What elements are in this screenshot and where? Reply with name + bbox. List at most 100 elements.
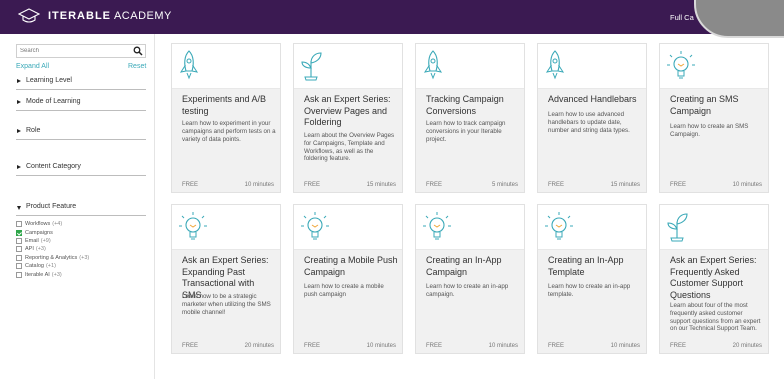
filter-learning-level[interactable]: Learning Level [16, 76, 146, 90]
card-title[interactable]: Advanced Handlebars [548, 94, 642, 106]
card-thumbnail [416, 44, 524, 89]
card-thumbnail [294, 205, 402, 250]
option-api[interactable]: API (+3) [16, 245, 89, 253]
card-thumbnail [172, 205, 280, 250]
checkbox[interactable] [16, 221, 22, 228]
caret-right-icon [17, 79, 21, 83]
card-price: FREE [182, 182, 199, 188]
checkbox[interactable] [16, 254, 22, 261]
card-thumbnail [538, 205, 646, 250]
card-duration: 20 minutes [732, 343, 762, 349]
course-card[interactable]: Creating an In-App Campaign Learn how to… [415, 204, 525, 354]
filter-role[interactable]: Role [16, 126, 146, 140]
full-catalog-link[interactable]: Full Ca [670, 13, 694, 22]
card-title[interactable]: Creating an In-App Template [548, 255, 642, 278]
card-thumbnail [172, 44, 280, 89]
search-box[interactable] [16, 44, 146, 58]
filter-product-feature[interactable]: Product Feature [16, 202, 146, 216]
lightbulb-icon [667, 51, 695, 79]
card-title[interactable]: Tracking Campaign Conversions [426, 94, 520, 117]
option-campaigns[interactable]: Campaigns [16, 228, 89, 236]
plant-icon [301, 52, 322, 81]
plant-icon [667, 213, 688, 242]
card-title[interactable]: Creating an SMS Campaign [670, 94, 764, 117]
card-price: FREE [548, 343, 565, 349]
course-card[interactable]: Ask an Expert Series: Overview Pages and… [293, 43, 403, 193]
checkbox-checked[interactable] [16, 229, 22, 236]
card-price: FREE [548, 182, 565, 188]
search-icon[interactable] [133, 46, 143, 56]
checkbox[interactable] [16, 246, 22, 253]
filter-label: Product Feature [26, 203, 77, 210]
card-description: Learn how to create a mobile push campai… [304, 283, 384, 298]
rocket-icon [545, 50, 565, 80]
card-thumbnail [660, 44, 768, 89]
course-card[interactable]: Ask an Expert Series: Expanding Past Tra… [171, 204, 281, 354]
lightbulb-icon [423, 212, 451, 240]
option-email[interactable]: Email (+9) [16, 237, 89, 245]
card-description: Learn how to use advanced handlebars to … [548, 111, 630, 134]
filter-mode-of-learning[interactable]: Mode of Learning [16, 97, 146, 111]
card-duration: 20 minutes [244, 343, 274, 349]
card-description: Learn how to experiment in your campaign… [182, 120, 276, 143]
course-card[interactable]: Tracking Campaign Conversions Learn how … [415, 43, 525, 193]
card-duration: 10 minutes [488, 343, 518, 349]
card-description: Learn how to create an in-app template. [548, 283, 631, 298]
card-duration: 5 minutes [491, 182, 518, 188]
card-description: Learn about four of the most frequently … [670, 302, 761, 333]
card-description: Learn how to track campaign conversions … [426, 120, 506, 143]
course-card[interactable]: Creating an SMS Campaign Learn how to cr… [659, 43, 769, 193]
card-price: FREE [304, 343, 321, 349]
card-description: Learn how to create an SMS Campaign. [670, 123, 749, 138]
lightbulb-icon [545, 212, 573, 240]
card-price: FREE [426, 343, 443, 349]
card-description: Learn how to create an in-app campaign. [426, 283, 509, 298]
option-workflows[interactable]: Workflows (+4) [16, 220, 89, 228]
academy-cap-icon [18, 8, 40, 23]
card-price: FREE [670, 182, 687, 188]
caret-down-icon [17, 206, 21, 210]
top-header: ITERABLE ACADEMY Full Ca [0, 0, 784, 38]
expand-all-link[interactable]: Expand All [16, 63, 49, 70]
filter-label: Mode of Learning [26, 98, 81, 105]
filter-content-category[interactable]: Content Category [16, 162, 146, 176]
card-thumbnail [538, 44, 646, 89]
course-card[interactable]: Creating an In-App Template Learn how to… [537, 204, 647, 354]
course-card[interactable]: Creating a Mobile Push Campaign Learn ho… [293, 204, 403, 354]
logo-text: ITERABLE ACADEMY [48, 10, 172, 22]
card-price: FREE [670, 343, 687, 349]
course-card[interactable]: Experiments and A/B testing Learn how to… [171, 43, 281, 193]
search-input[interactable] [20, 46, 130, 56]
reset-link[interactable]: Reset [128, 63, 146, 70]
card-title[interactable]: Creating a Mobile Push Campaign [304, 255, 398, 278]
course-card[interactable]: Advanced Handlebars Learn how to use adv… [537, 43, 647, 193]
card-duration: 10 minutes [244, 182, 274, 188]
card-title[interactable]: Experiments and A/B testing [182, 94, 276, 117]
iterable-academy-logo[interactable]: ITERABLE ACADEMY [18, 8, 172, 24]
card-duration: 15 minutes [610, 182, 640, 188]
option-reporting-analytics[interactable]: Reporting & Analytics (+3) [16, 254, 89, 262]
card-duration: 10 minutes [366, 343, 396, 349]
filter-label: Content Category [26, 163, 81, 170]
caret-right-icon [17, 129, 21, 133]
card-thumbnail [660, 205, 768, 250]
card-title[interactable]: Ask an Expert Series: Frequently Asked C… [670, 255, 764, 301]
filter-sidebar: Expand All Reset Learning Level Mode of … [0, 34, 155, 379]
card-title[interactable]: Creating an In-App Campaign [426, 255, 520, 278]
option-catalog[interactable]: Catalog (+1) [16, 262, 89, 270]
product-feature-options: Workflows (+4) Campaigns Email (+9) API (+3… [16, 220, 89, 279]
lightbulb-icon [179, 212, 207, 240]
caret-right-icon [17, 165, 21, 169]
rocket-icon [423, 50, 443, 80]
card-title[interactable]: Ask an Expert Series: Overview Pages and… [304, 94, 398, 129]
card-duration: 10 minutes [610, 343, 640, 349]
card-duration: 15 minutes [366, 182, 396, 188]
card-price: FREE [304, 182, 321, 188]
checkbox[interactable] [16, 237, 22, 244]
filter-label: Role [26, 127, 41, 134]
checkbox[interactable] [16, 271, 22, 278]
course-card[interactable]: Ask an Expert Series: Frequently Asked C… [659, 204, 769, 354]
checkbox[interactable] [16, 263, 22, 270]
card-description: Learn about the Overview Pages for Campa… [304, 132, 395, 163]
option-iterable-ai[interactable]: Iterable AI (+3) [16, 270, 89, 278]
